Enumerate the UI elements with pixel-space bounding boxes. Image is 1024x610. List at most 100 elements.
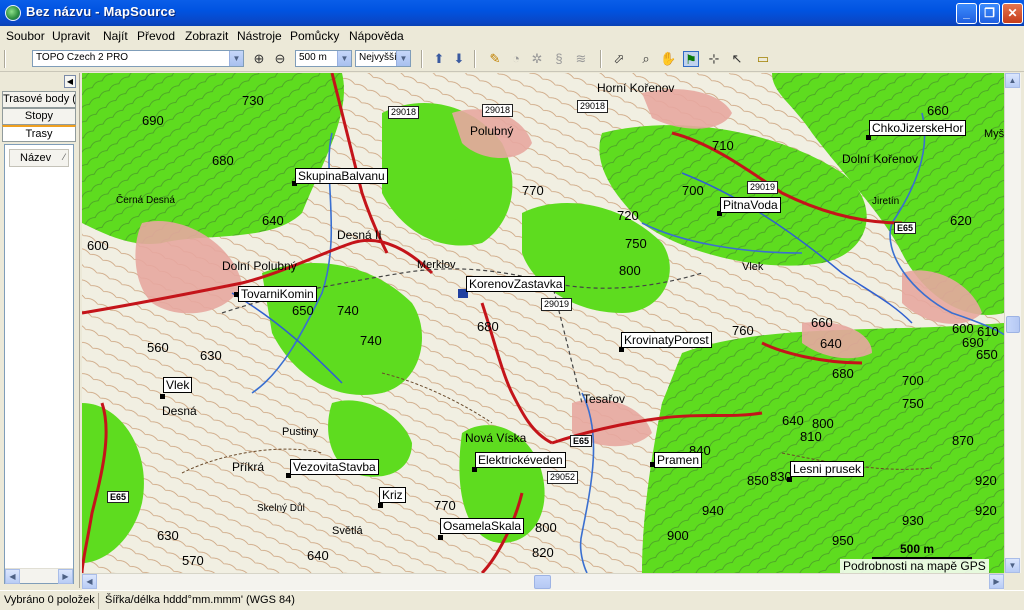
waypoint-label: Lesni prusek [790,461,865,477]
waypoint-label: Elektrickéveden [475,452,566,468]
scroll-right-icon[interactable]: ▶ [989,574,1004,589]
map-horizontal-scrollbar[interactable]: ◀ ▶ [82,573,1004,590]
window-title: Bez názvu - MapSource [26,4,176,19]
waypoint-marker-icon [378,503,383,508]
scroll-down-icon[interactable]: ▼ [1005,558,1020,573]
selection-arrow-icon[interactable]: ↖ [729,51,745,67]
menu-pomucky[interactable]: Pomůcky [290,29,339,43]
data-panel: ◀ Trasové body (1 Stopy Trasy Název ⁄ ◀ … [0,73,80,588]
zoom-tool-icon[interactable]: ⌕ [638,51,654,67]
scroll-right-icon[interactable]: ▶ [58,569,73,584]
list-horizontal-scrollbar[interactable]: ◀ ▶ [5,568,73,584]
contour-label: 630 [157,528,179,543]
scroll-up-icon[interactable]: ▲ [1005,73,1020,88]
waypoint-marker-icon [160,394,165,399]
map-tool-icon[interactable]: ✎ [487,51,503,67]
scroll-left-icon[interactable]: ◀ [5,569,20,584]
place-polubny: Polubný [470,124,514,138]
contour-label: 610 [977,324,999,339]
close-button[interactable]: ✕ [1002,3,1023,24]
zoom-in-icon[interactable]: ⊕ [251,51,267,67]
menu-napoveda[interactable]: Nápověda [349,29,404,43]
contour-label: 810 [800,429,822,444]
route-tool-icon[interactable]: § [551,51,567,67]
map-product-select[interactable]: TOPO Czech 2 PRO ▼ [32,50,244,67]
mapsource-app-icon [5,5,21,21]
contour-label: 640 [820,336,842,351]
receive-from-device-icon[interactable]: ⬆ [431,51,447,67]
tab-waypoints[interactable]: Trasové body (1 [2,91,76,108]
place-prikra: Příkrá [232,460,265,474]
tab-routes[interactable]: Trasy [2,125,76,142]
contour-label: 740 [360,333,382,348]
contour-label: 630 [200,348,222,363]
send-to-device-icon[interactable]: ⬇ [451,51,467,67]
contour-label: 700 [902,373,924,388]
toolbar: TOPO Czech 2 PRO ▼ ⊕ ⊖ 500 m ▼ Nejvyšší … [0,46,1024,72]
menu-zobrazit[interactable]: Zobrazit [185,29,228,43]
contour-label: 660 [811,315,833,330]
place-mys: Myš [984,128,1004,140]
erase-tool-icon[interactable]: ◔ [508,51,524,67]
map-vertical-scrollbar[interactable]: ▲ ▼ [1004,73,1021,573]
waypoint-label: KorenovZastavka [466,276,566,292]
contour-label: 600 [87,238,109,253]
detail-level-select[interactable]: Nejvyšší ▼ [355,50,411,67]
road-shield: 29019 [541,298,573,311]
menu-nastroje[interactable]: Nástroje [237,29,282,43]
toolbar-grip [4,50,6,68]
contour-label: 680 [832,366,854,381]
zoom-out-icon[interactable]: ⊖ [272,51,288,67]
tab-tracks[interactable]: Stopy [2,108,76,125]
vertical-scroll-thumb[interactable] [1006,316,1020,333]
select-map-tool-icon[interactable]: ✲ [529,51,545,67]
column-resize-icon: ⁄ [63,152,65,162]
euro-road-shield: E65 [570,435,593,447]
scroll-left-icon[interactable]: ◀ [82,574,97,589]
routes-list[interactable]: Název ⁄ ◀ ▶ [4,144,74,584]
contour-label: 640 [782,413,804,428]
contour-label: 850 [747,473,769,488]
topo-map-canvas[interactable] [82,73,1004,573]
menu-soubor[interactable]: Soubor [6,29,45,43]
horizontal-scroll-thumb[interactable] [534,575,551,589]
column-header-name[interactable]: Název ⁄ [9,149,69,167]
contour-label: 930 [902,513,924,528]
place-horni-korenov: Horní Kořenov [597,81,675,95]
title-bar: Bez názvu - MapSource _ ❐ ✕ [0,0,1024,26]
contour-label: 800 [535,520,557,535]
track-tool-icon[interactable]: ≋ [573,51,589,67]
menu-prevod[interactable]: Převod [137,29,175,43]
hand-pan-icon[interactable]: ✋ [660,51,676,67]
distance-ruler-icon[interactable]: ▭ [755,51,771,67]
pointer-map-icon[interactable]: ⬀ [611,51,627,67]
menu-najit[interactable]: Najít [103,29,128,43]
toolbar-separator [600,50,602,68]
waypoint-label: KrovinatyPorost [621,332,712,348]
map-view[interactable]: Horní Kořenov Polubný Dolní Kořenov Doln… [82,73,1004,573]
waypoint-label: PitnaVoda [720,197,781,213]
waypoint-marker-icon [438,535,443,540]
place-merklov: Merklov [417,259,456,271]
zoom-level-select[interactable]: 500 m ▼ [295,50,352,67]
maximize-button[interactable]: ❐ [979,3,1000,24]
waypoint-tool-icon[interactable]: ⚑ [683,51,699,67]
contour-label: 720 [617,208,639,223]
contour-label: 680 [212,153,234,168]
status-divider [98,593,99,609]
place-skelny-dul: Skelný Důl [257,503,305,514]
road-shield: 29052 [547,471,579,484]
waypoint-label: ChkoJizerskeHor [869,120,967,136]
road-shield: 29018 [388,106,420,119]
status-selection: Vybráno 0 položek [4,594,95,606]
contour-label: 870 [952,433,974,448]
place-cerna-desna: Černá Desná [116,195,175,206]
collapse-panel-icon[interactable]: ◀ [64,75,76,88]
euro-road-shield: E65 [894,222,917,234]
route-draw-icon[interactable]: ⊹ [706,51,722,67]
waypoint-label: TovarniKomin [238,286,317,302]
chevron-down-icon: ▼ [229,51,243,66]
minimize-button[interactable]: _ [956,3,977,24]
menu-upravit[interactable]: Upravit [52,29,90,43]
place-pustiny: Pustiny [282,426,319,438]
